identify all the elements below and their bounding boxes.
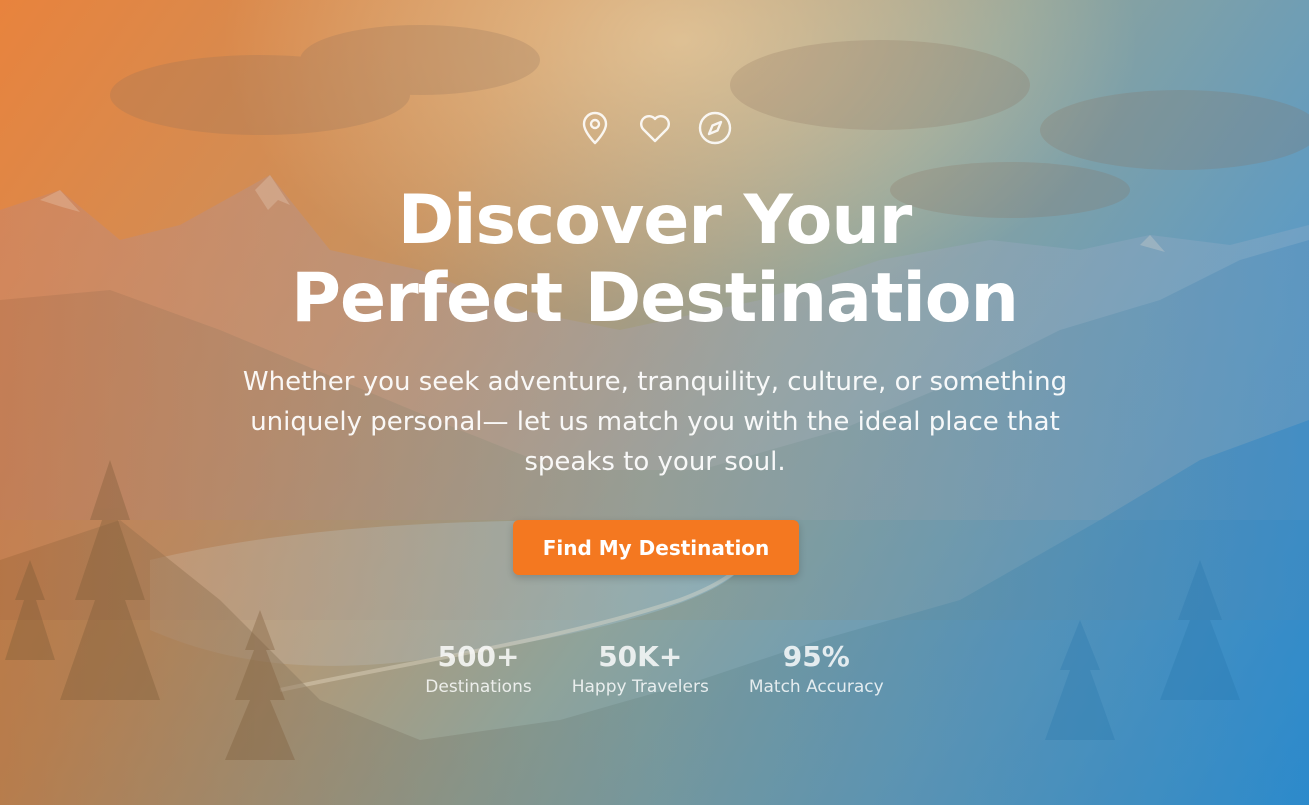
stat-label: Match Accuracy [748,677,884,697]
stat-happy-travelers: 50K+ Happy Travelers [572,640,709,700]
stat-label: Happy Travelers [571,677,709,697]
heart-icon [637,110,673,146]
stats-row: 500+ Destinations 50K+ Happy Travelers 9… [0,640,1309,700]
stat-match-accuracy: 95% Match Accuracy [749,640,884,700]
hero-subtitle: Whether you seek adventure, tranquility,… [242,367,1068,477]
stat-destinations: 500+ Destinations [425,640,531,700]
stat-value: 95% [782,640,850,673]
stat-label: Destinations [425,677,532,697]
hero-title: Discover Your Perfect Destination [0,182,1309,338]
hero-icon-row [0,110,1309,146]
hero-title-line-1: Discover Your [397,181,913,260]
hero-section: Discover Your Perfect Destination Whethe… [0,0,1309,805]
find-my-destination-button[interactable]: Find My Destination [513,520,799,575]
stat-value: 50K+ [598,640,683,673]
hero-title-line-2: Perfect Destination [291,259,1019,338]
map-pin-icon [577,110,613,146]
stat-value: 500+ [437,640,520,673]
compass-icon [697,110,733,146]
